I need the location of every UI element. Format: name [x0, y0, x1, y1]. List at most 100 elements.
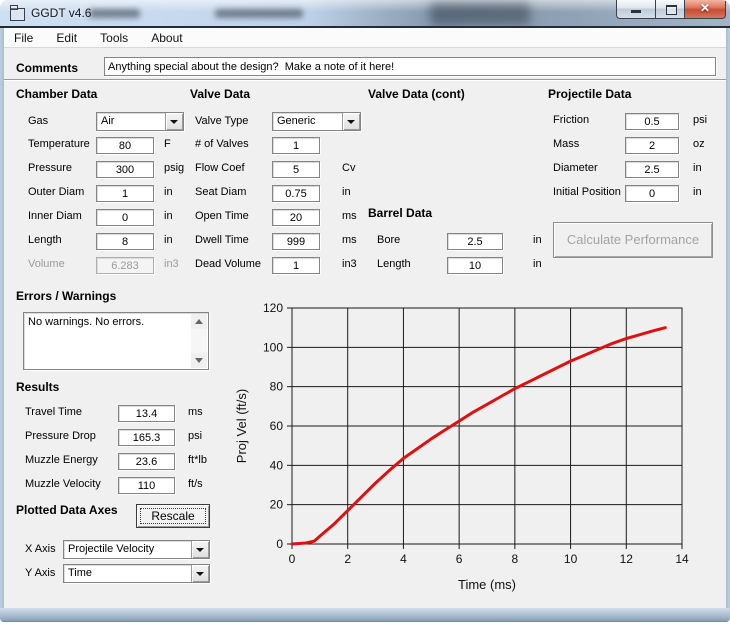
chart-svg: 02468101214020406080100120Time (ms)Proj …	[232, 280, 724, 608]
muzzle-velocity-unit: ft/s	[188, 478, 203, 490]
pressure-drop-value	[118, 429, 175, 446]
chevron-down-icon	[196, 548, 204, 552]
divider	[4, 79, 726, 81]
x-axis-dropdown-button[interactable]	[191, 541, 209, 558]
svg-text:14: 14	[675, 552, 689, 566]
chevron-down-icon	[347, 120, 355, 124]
menu-bar: File Edit Tools About	[4, 28, 726, 48]
mass-input[interactable]	[625, 137, 679, 154]
svg-text:4: 4	[400, 552, 407, 566]
bore-unit: in	[533, 234, 542, 246]
plotted-data-axes-title: Plotted Data Axes	[16, 503, 118, 517]
chevron-down-icon	[170, 120, 178, 124]
svg-text:6: 6	[456, 552, 463, 566]
dwell-time-input[interactable]	[272, 233, 320, 250]
temperature-label: Temperature	[28, 138, 90, 150]
proj-diameter-input[interactable]	[625, 161, 679, 178]
y-axis-combobox[interactable]: Time	[63, 564, 210, 583]
initial-position-unit: in	[693, 186, 702, 198]
friction-label: Friction	[553, 114, 589, 126]
svg-text:80: 80	[270, 380, 284, 394]
comments-label: Comments	[16, 61, 78, 75]
travel-time-unit: ms	[188, 406, 203, 418]
pressure-input[interactable]	[96, 161, 154, 178]
maximize-button[interactable]	[655, 0, 685, 19]
close-icon: ✕	[685, 1, 725, 15]
window-border-bottom	[0, 608, 730, 622]
titlebar-glass-reflection	[430, 3, 530, 25]
calculate-performance-button[interactable]: Calculate Performance	[553, 222, 713, 258]
svg-text:8: 8	[512, 552, 519, 566]
rescale-button[interactable]: Rescale	[136, 504, 210, 528]
valve-type-label: Valve Type	[195, 115, 248, 127]
chamber-length-input[interactable]	[96, 233, 154, 250]
volume-label: Volume	[28, 258, 65, 270]
temperature-input[interactable]	[96, 137, 154, 154]
travel-time-label: Travel Time	[25, 406, 82, 418]
comments-input[interactable]	[104, 57, 716, 76]
pressure-drop-unit: psi	[188, 430, 202, 442]
dead-volume-input[interactable]	[272, 257, 320, 274]
inner-diam-label: Inner Diam	[28, 210, 82, 222]
y-axis-dropdown-button[interactable]	[191, 565, 209, 582]
scroll-down-button[interactable]	[191, 353, 207, 368]
volume-input	[96, 257, 154, 274]
bore-input[interactable]	[447, 233, 503, 250]
barrel-length-input[interactable]	[447, 257, 503, 274]
window-border-right	[726, 28, 730, 608]
initial-position-input[interactable]	[625, 185, 679, 202]
x-axis-label: X Axis	[25, 543, 56, 555]
menu-edit[interactable]: Edit	[46, 28, 87, 48]
menu-tools[interactable]: Tools	[90, 28, 138, 48]
window-controls: ✕	[616, 0, 726, 19]
outer-diam-input[interactable]	[96, 185, 154, 202]
open-time-input[interactable]	[272, 209, 320, 226]
outer-diam-unit: in	[164, 186, 173, 198]
flow-coef-label: Flow Coef	[195, 162, 245, 174]
minimize-icon	[631, 10, 641, 13]
gas-label: Gas	[28, 115, 48, 127]
x-axis-combobox[interactable]: Projectile Velocity	[63, 540, 210, 559]
flow-coef-input[interactable]	[272, 161, 320, 178]
app-icon	[10, 8, 25, 21]
rescale-label: Rescale	[151, 509, 194, 523]
valve-type-dropdown-button[interactable]	[342, 113, 360, 130]
friction-input[interactable]	[625, 113, 679, 130]
y-axis-value: Time	[68, 567, 92, 579]
minimize-button[interactable]	[616, 0, 655, 19]
dead-volume-unit: in3	[342, 258, 357, 270]
num-valves-label: # of Valves	[195, 138, 249, 150]
gas-combobox[interactable]: Air	[96, 112, 184, 131]
menu-file[interactable]: File	[4, 28, 43, 48]
num-valves-input[interactable]	[272, 137, 320, 154]
barrel-length-label: Length	[377, 258, 411, 270]
errors-scrollbar[interactable]	[191, 314, 207, 368]
dead-volume-label: Dead Volume	[195, 258, 261, 270]
muzzle-energy-unit: ft*lb	[188, 454, 207, 466]
chamber-length-label: Length	[28, 234, 62, 246]
svg-text:40: 40	[270, 458, 284, 472]
svg-text:10: 10	[564, 552, 578, 566]
projectile-data-title: Projectile Data	[548, 87, 631, 101]
gas-dropdown-button[interactable]	[165, 113, 183, 130]
menu-about[interactable]: About	[141, 28, 192, 48]
mass-unit: oz	[693, 138, 705, 150]
scroll-up-button[interactable]	[191, 314, 207, 329]
x-axis-value: Projectile Velocity	[68, 543, 154, 555]
arrow-up-icon	[195, 319, 203, 324]
errors-warnings-box[interactable]: No warnings. No errors.	[23, 312, 209, 370]
valve-type-combobox[interactable]: Generic	[272, 112, 361, 131]
seat-diam-input[interactable]	[272, 185, 320, 202]
arrow-down-icon	[195, 358, 203, 363]
titlebar[interactable]: GGDT v4.6 ✕	[0, 0, 730, 28]
svg-text:20: 20	[270, 498, 284, 512]
close-button[interactable]: ✕	[685, 0, 726, 19]
errors-warnings-text: No warnings. No errors.	[28, 316, 188, 328]
muzzle-energy-value	[118, 453, 175, 470]
svg-text:120: 120	[263, 301, 283, 315]
dwell-time-label: Dwell Time	[195, 234, 249, 246]
valve-data-cont-title: Valve Data (cont)	[368, 87, 465, 101]
inner-diam-input[interactable]	[96, 209, 154, 226]
svg-text:60: 60	[270, 419, 284, 433]
app-window: GGDT v4.6 ✕ File Edit Tools About Commen…	[0, 0, 730, 625]
